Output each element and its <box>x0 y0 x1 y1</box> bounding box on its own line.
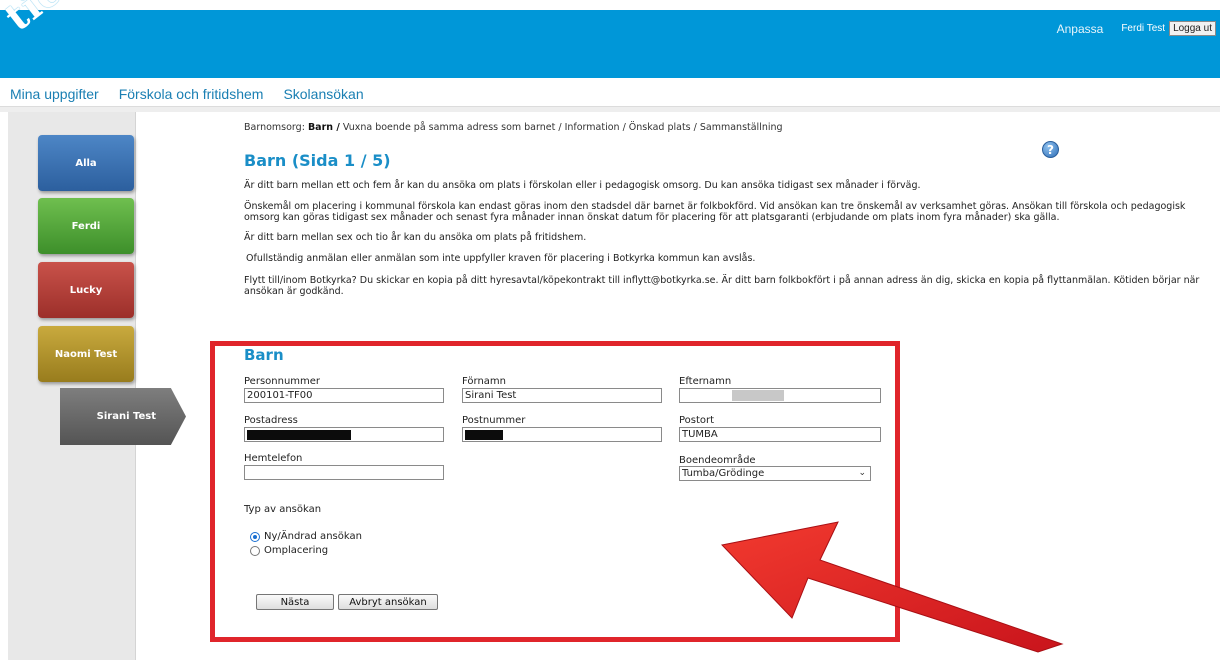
arrow-shape <box>721 521 1064 653</box>
annotation-arrow-icon <box>721 521 1064 653</box>
